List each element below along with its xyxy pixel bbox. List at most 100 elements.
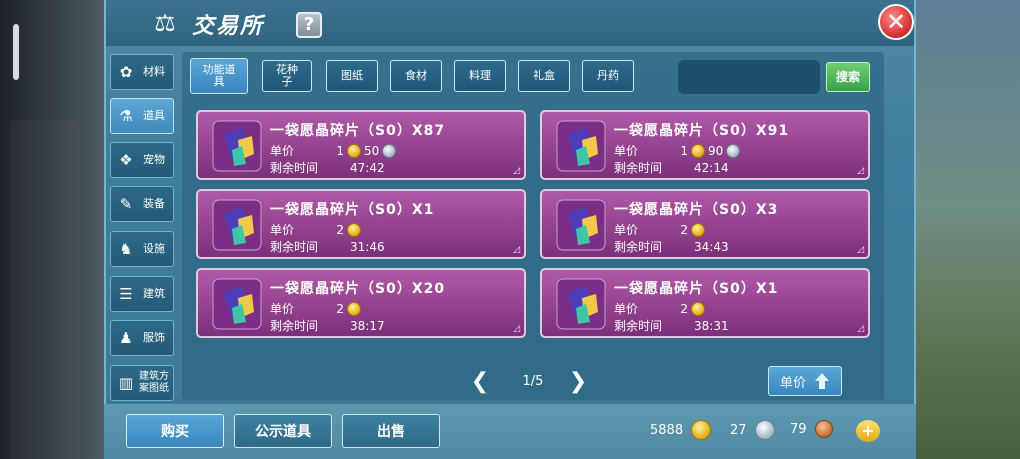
- help-button[interactable]: ?: [296, 12, 322, 38]
- gold-amount: 5888: [650, 422, 684, 438]
- sidebar-item-label: 设施: [143, 242, 165, 255]
- sidebar-item-label: 装备: [143, 197, 165, 210]
- sidebar-item-facilities[interactable]: ♞ 设施: [110, 231, 174, 267]
- tab-label: 图纸: [341, 69, 363, 82]
- time-left-row: 剩余时间 38:17: [270, 317, 385, 334]
- public-items-button[interactable]: 公示道具: [234, 414, 332, 448]
- unit-price-label: 单价: [270, 302, 295, 316]
- listing-card[interactable]: 一袋愿晶碎片（S0）X1 单价 2 剩余时间 38:31 ◿: [540, 268, 870, 338]
- chevron-left-icon: ❮: [470, 369, 490, 394]
- tab-gift-boxes[interactable]: 礼盒: [518, 60, 570, 92]
- silver-coin-icon: [754, 420, 775, 440]
- next-page-button[interactable]: ❯: [568, 370, 588, 394]
- time-left-value: 38:17: [350, 318, 385, 333]
- sort-label: 单价: [779, 375, 806, 391]
- materials-icon: ✿: [119, 63, 133, 81]
- search-button[interactable]: 搜索: [826, 62, 870, 92]
- sword-icon: ✎: [119, 195, 133, 213]
- building-icon: ☰: [119, 285, 133, 303]
- time-left-row: 剩余时间 31:46: [270, 238, 385, 255]
- time-left-label: 剩余时间: [614, 161, 663, 175]
- background-scene-right: [910, 0, 1020, 459]
- tab-label: 料理: [469, 69, 491, 82]
- time-left-label: 剩余时间: [614, 240, 663, 254]
- sidebar-item-blueprints[interactable]: ▥ 建筑方案图纸: [110, 365, 174, 401]
- unit-price-row: 单价 1 50: [270, 142, 399, 159]
- sell-button[interactable]: 出售: [342, 414, 440, 448]
- price-gold: 1: [680, 143, 688, 158]
- sidebar-item-equipment[interactable]: ✎ 装备: [110, 186, 174, 222]
- corner-mark-icon: ◿: [513, 166, 520, 176]
- price-gold: 2: [680, 222, 688, 237]
- buy-button[interactable]: 购买: [126, 414, 224, 448]
- unit-price-label: 单价: [614, 302, 639, 316]
- sidebar-item-materials[interactable]: ✿ 材料: [110, 54, 174, 90]
- unit-price-label: 单价: [614, 223, 639, 237]
- gold-coin-icon: [691, 420, 712, 440]
- time-left-row: 剩余时间 34:43: [614, 238, 729, 255]
- tab-cuisine[interactable]: 料理: [454, 60, 506, 92]
- sort-by-price-button[interactable]: 单价: [768, 366, 842, 396]
- corner-mark-icon: ◿: [857, 324, 864, 334]
- close-button[interactable]: ✕: [878, 4, 914, 40]
- tab-elixirs[interactable]: 丹药: [582, 60, 634, 92]
- time-left-row: 剩余时间 38:31: [614, 317, 729, 334]
- sidebar-item-buildings[interactable]: ☰ 建筑: [110, 276, 174, 312]
- side-scroll-handle[interactable]: [13, 24, 19, 80]
- listing-card[interactable]: 一袋愿晶碎片（S0）X91 单价 1 90 剩余时间 42:14 ◿: [540, 110, 870, 180]
- gold-coin-icon: [347, 301, 361, 316]
- add-currency-button[interactable]: +: [856, 420, 880, 442]
- price-silver: 50: [364, 143, 380, 158]
- tab-blueprints[interactable]: 图纸: [326, 60, 378, 92]
- prev-page-button[interactable]: ❮: [470, 370, 490, 394]
- sidebar-item-props[interactable]: ⚗ 道具: [110, 98, 174, 134]
- tab-label: 功能道具: [202, 63, 236, 88]
- tab-ingredients[interactable]: 食材: [390, 60, 442, 92]
- time-left-label: 剩余时间: [270, 319, 319, 333]
- flask-icon: ⚗: [119, 107, 133, 125]
- listing-name: 一袋愿晶碎片（S0）X1: [270, 202, 435, 218]
- time-left-row: 剩余时间 42:14: [614, 159, 729, 176]
- crystal-bag-icon: [212, 199, 262, 251]
- copper-balance: 79: [790, 420, 833, 438]
- search-input[interactable]: [678, 60, 820, 94]
- unit-price-row: 单价 1 90: [614, 142, 743, 159]
- listing-card[interactable]: 一袋愿晶碎片（S0）X20 单价 2 剩余时间 38:17 ◿: [196, 268, 526, 338]
- silver-balance: 27: [730, 420, 778, 440]
- price-gold: 2: [680, 301, 688, 316]
- time-left-row: 剩余时间 47:42: [270, 159, 385, 176]
- sidebar-item-label: 建筑: [143, 287, 165, 300]
- crystal-bag-icon: [212, 278, 262, 330]
- clothing-icon: ♟: [119, 329, 133, 347]
- page-indicator: 1/5: [522, 374, 544, 389]
- sidebar-item-label: 服饰: [143, 331, 165, 344]
- time-left-label: 剩余时间: [270, 161, 319, 175]
- corner-mark-icon: ◿: [857, 166, 864, 176]
- listing-name: 一袋愿晶碎片（S0）X20: [270, 281, 446, 297]
- listing-card[interactable]: 一袋愿晶碎片（S0）X87 单价 1 50 剩余时间 47:42 ◿: [196, 110, 526, 180]
- gold-coin-icon: [347, 143, 361, 158]
- unit-price-row: 单价 2: [614, 300, 708, 317]
- page-title: 交易所: [192, 14, 265, 39]
- listing-name: 一袋愿晶碎片（S0）X3: [614, 202, 779, 218]
- listing-card[interactable]: 一袋愿晶碎片（S0）X1 单价 2 剩余时间 31:46 ◿: [196, 189, 526, 259]
- tab-functional-props[interactable]: 功能道具: [190, 58, 248, 94]
- gold-coin-icon: [691, 222, 705, 237]
- gold-balance: 5888: [650, 420, 714, 440]
- tab-flower-seeds[interactable]: 花种子: [262, 60, 312, 92]
- unit-price-label: 单价: [270, 223, 295, 237]
- sidebar-item-pets[interactable]: ❖ 宠物: [110, 142, 174, 178]
- copper-coin-icon: [814, 420, 833, 438]
- paw-icon: ❖: [119, 151, 133, 169]
- sidebar-item-label: 宠物: [143, 153, 165, 166]
- gold-coin-icon: [691, 143, 705, 158]
- silver-coin-icon: [726, 143, 741, 158]
- time-left-label: 剩余时间: [614, 319, 663, 333]
- sidebar-item-clothing[interactable]: ♟ 服饰: [110, 320, 174, 356]
- gold-coin-icon: [691, 301, 705, 316]
- corner-mark-icon: ◿: [857, 245, 864, 255]
- listing-card[interactable]: 一袋愿晶碎片（S0）X3 单价 2 剩余时间 34:43 ◿: [540, 189, 870, 259]
- price-silver: 90: [708, 143, 724, 158]
- tab-label: 食材: [405, 69, 427, 82]
- corner-mark-icon: ◿: [513, 324, 520, 334]
